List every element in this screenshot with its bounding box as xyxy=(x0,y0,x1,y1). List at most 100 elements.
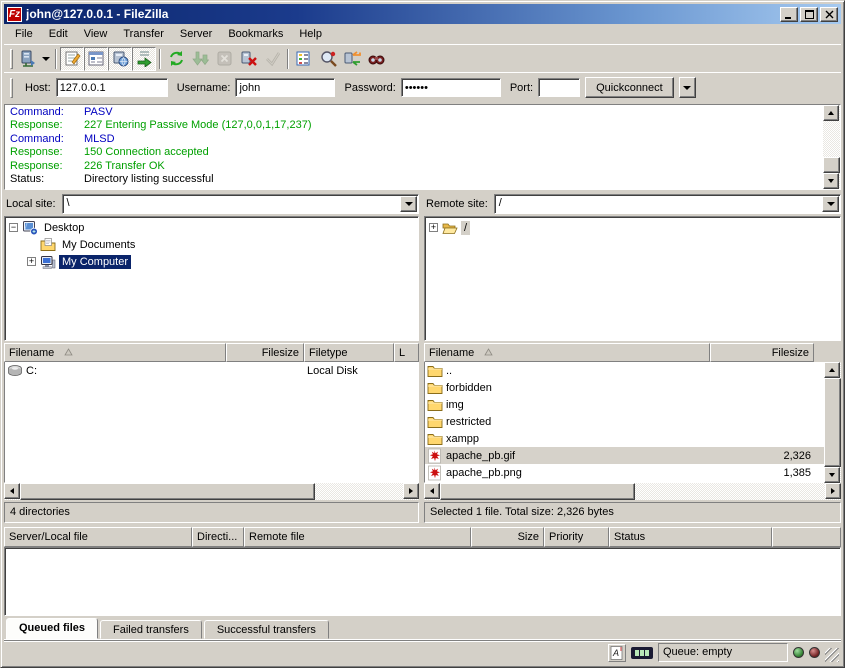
menu-edit[interactable]: Edit xyxy=(42,26,75,42)
column-header-label: Filesize xyxy=(262,347,299,359)
column-header-size[interactable]: Size xyxy=(471,527,544,547)
column-header-filesize[interactable]: Filesize xyxy=(710,343,814,362)
scroll-up-button[interactable] xyxy=(823,105,839,121)
column-header-blank[interactable] xyxy=(772,527,841,547)
reconnect-icon[interactable] xyxy=(260,47,284,71)
toggle-queue-view-icon[interactable] xyxy=(132,47,156,71)
combo-dropdown-button[interactable] xyxy=(822,196,839,212)
close-button[interactable] xyxy=(820,7,838,22)
menu-bookmarks[interactable]: Bookmarks xyxy=(221,26,290,42)
menu-help[interactable]: Help xyxy=(292,26,329,42)
menu-server[interactable]: Server xyxy=(173,26,219,42)
minimize-button[interactable] xyxy=(780,7,798,22)
find-files-icon[interactable] xyxy=(364,47,388,71)
tree-item[interactable]: +/ xyxy=(425,219,840,236)
column-header-server-local-file[interactable]: Server/Local file xyxy=(4,527,192,547)
synchronized-browsing-icon[interactable] xyxy=(340,47,364,71)
file-row[interactable]: .. xyxy=(425,362,824,379)
scrollbar-thumb[interactable] xyxy=(20,483,315,500)
maximize-button[interactable] xyxy=(800,7,818,22)
remote-hscrollbar[interactable] xyxy=(424,483,841,500)
column-header-filetype[interactable]: Filetype xyxy=(304,343,394,362)
expand-icon[interactable]: + xyxy=(27,257,36,266)
tab-queued-files[interactable]: Queued files xyxy=(6,618,98,639)
tab-successful-transfers[interactable]: Successful transfers xyxy=(204,620,329,639)
scroll-left-button[interactable] xyxy=(4,483,20,499)
data-type-indicator-icon[interactable] xyxy=(631,647,653,659)
tab-failed-transfers[interactable]: Failed transfers xyxy=(100,620,202,639)
port-input[interactable] xyxy=(538,78,580,97)
file-row[interactable]: C:Local Disk xyxy=(5,362,418,379)
tree-item[interactable]: − Desktop xyxy=(5,219,418,236)
column-header-filesize[interactable]: Filesize xyxy=(226,343,304,362)
triangle-up-icon xyxy=(828,111,834,115)
tree-item-label[interactable]: / xyxy=(461,221,470,235)
directory-comparison-icon[interactable] xyxy=(316,47,340,71)
collapse-icon[interactable]: − xyxy=(9,223,18,232)
file-row[interactable]: img xyxy=(425,396,824,413)
local-site-combo[interactable]: \ xyxy=(62,194,419,214)
column-header-remote-file[interactable]: Remote file xyxy=(244,527,471,547)
toggle-local-tree-icon[interactable] xyxy=(84,47,108,71)
transfer-type-icon[interactable]: A xyxy=(608,644,626,662)
toggle-remote-tree-icon[interactable] xyxy=(108,47,132,71)
scroll-down-button[interactable] xyxy=(823,173,839,189)
resize-grip[interactable] xyxy=(825,648,839,662)
scrollbar-thumb[interactable] xyxy=(824,378,841,467)
file-row[interactable]: apache_pb.gif2,326 xyxy=(425,447,824,464)
tree-item[interactable]: My Documents xyxy=(5,236,418,253)
file-row[interactable]: restricted xyxy=(425,413,824,430)
username-label: Username: xyxy=(177,82,231,94)
scrollbar-thumb[interactable] xyxy=(440,483,635,500)
combo-dropdown-button[interactable] xyxy=(400,196,417,212)
message-log-scrollbar[interactable] xyxy=(823,105,840,189)
menu-file[interactable]: File xyxy=(8,26,40,42)
column-header-label: Size xyxy=(518,531,539,543)
process-queue-icon[interactable] xyxy=(188,47,212,71)
scroll-right-button[interactable] xyxy=(403,483,419,499)
filezilla-window: Fz john@127.0.0.1 - FileZilla FileEditVi… xyxy=(0,0,845,668)
menu-transfer[interactable]: Transfer xyxy=(116,26,171,42)
tree-item-label[interactable]: My Computer xyxy=(59,255,131,269)
quickconnect-dropdown-button[interactable] xyxy=(679,77,696,98)
menu-view[interactable]: View xyxy=(77,26,115,42)
scrollbar-thumb[interactable] xyxy=(823,157,840,173)
local-hscrollbar[interactable] xyxy=(4,483,419,500)
scroll-right-button[interactable] xyxy=(825,483,841,499)
computer-icon xyxy=(40,254,56,270)
scroll-up-button[interactable] xyxy=(824,362,840,378)
cancel-operation-icon[interactable] xyxy=(212,47,236,71)
column-header-directi-[interactable]: Directi... xyxy=(192,527,244,547)
site-manager-dropdown-button[interactable] xyxy=(40,47,52,71)
quickconnect-button[interactable]: Quickconnect xyxy=(585,77,674,98)
toolbar-separator xyxy=(55,49,57,69)
column-header-filename[interactable]: Filename xyxy=(4,343,226,362)
toggle-message-log-icon[interactable] xyxy=(60,47,84,71)
toolbar-separator xyxy=(287,49,289,69)
filter-icon[interactable] xyxy=(292,47,316,71)
file-row[interactable]: apache_pb.png1,385 xyxy=(425,464,824,481)
password-input[interactable] xyxy=(401,78,501,97)
column-header-l[interactable]: L xyxy=(394,343,419,362)
file-row[interactable]: xampp xyxy=(425,430,824,447)
toolbar-grip[interactable] xyxy=(10,49,13,69)
toolbar xyxy=(4,44,841,72)
quickconnect-grip[interactable] xyxy=(10,78,13,98)
tree-item[interactable]: + My Computer xyxy=(5,253,418,270)
refresh-icon[interactable] xyxy=(164,47,188,71)
tree-item-label[interactable]: My Documents xyxy=(59,238,138,252)
remote-vscrollbar[interactable] xyxy=(824,362,841,483)
username-input[interactable] xyxy=(235,78,335,97)
scroll-left-button[interactable] xyxy=(424,483,440,499)
column-header-priority[interactable]: Priority xyxy=(544,527,609,547)
disconnect-icon[interactable] xyxy=(236,47,260,71)
column-header-status[interactable]: Status xyxy=(609,527,772,547)
column-header-filename[interactable]: Filename xyxy=(424,343,710,362)
tree-item-label[interactable]: Desktop xyxy=(41,221,87,235)
expand-icon[interactable]: + xyxy=(429,223,438,232)
file-row[interactable]: forbidden xyxy=(425,379,824,396)
scroll-down-button[interactable] xyxy=(824,467,840,483)
host-input[interactable] xyxy=(56,78,168,97)
site-manager-icon[interactable] xyxy=(16,47,40,71)
remote-site-combo[interactable]: / xyxy=(494,194,841,214)
